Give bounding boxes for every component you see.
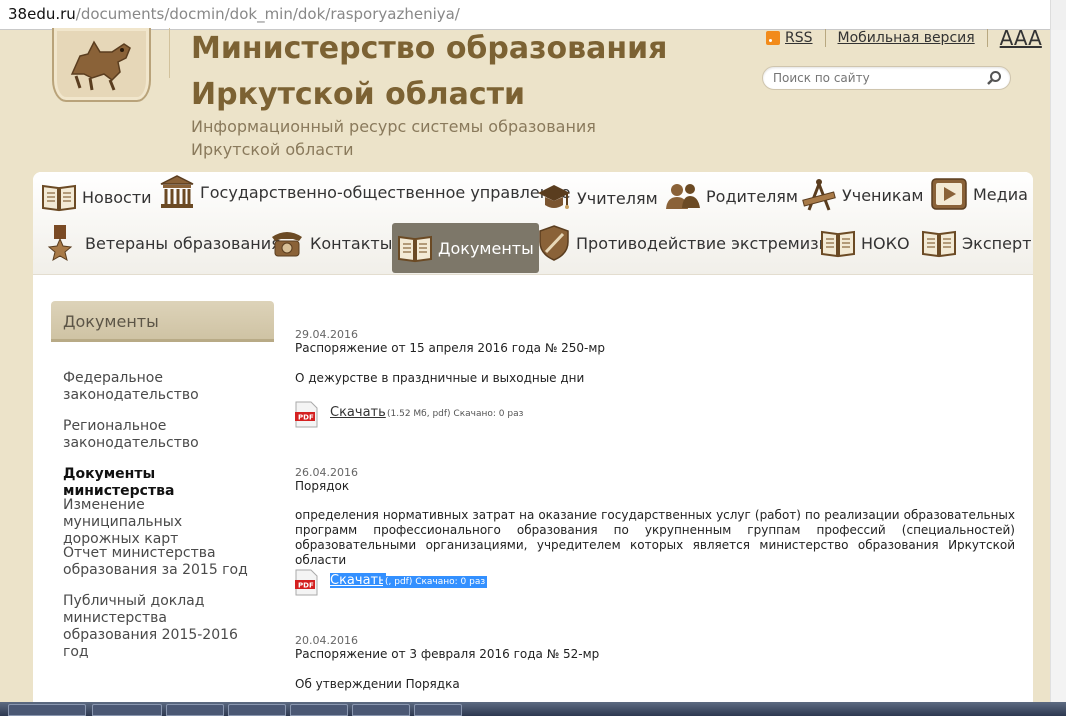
- header-divider: [169, 28, 170, 78]
- nav-item-contacts[interactable]: Контакты: [269, 223, 392, 263]
- vertical-scrollbar[interactable]: [1050, 30, 1066, 704]
- taskbar-button[interactable]: [414, 704, 462, 716]
- taskbar-button[interactable]: [228, 704, 286, 716]
- document-title: Порядок: [295, 479, 350, 493]
- document-description: определения нормативных затрат на оказан…: [295, 508, 1015, 567]
- site-subtitle: Информационный ресурс системы образовани…: [191, 117, 596, 159]
- sidebar-heading: Документы: [51, 301, 274, 342]
- nav-item-documents[interactable]: Документы: [392, 223, 539, 273]
- divider: [986, 29, 988, 47]
- open-book-icon: [821, 230, 855, 258]
- rss-link[interactable]: RSS: [785, 30, 813, 46]
- open-book-icon: [42, 184, 76, 212]
- rss-icon[interactable]: [766, 31, 780, 45]
- babr-icon: [70, 40, 131, 91]
- open-book-icon: [922, 230, 956, 258]
- pdf-icon: PDF: [295, 569, 318, 596]
- sidebar-item-federal[interactable]: Федеральное законодательство: [63, 370, 263, 404]
- nav-item-teachers[interactable]: Учителям: [536, 178, 658, 218]
- nav-item-media[interactable]: Медиа: [930, 174, 1028, 214]
- site-title: Министерство образования Иркутской облас…: [191, 31, 668, 112]
- building-columns-icon: [160, 175, 194, 208]
- taskbar-button[interactable]: [290, 704, 348, 716]
- sidebar-item-regional[interactable]: Региональное законодательство: [63, 418, 263, 452]
- nav-item-governance[interactable]: Государственно-общественное управление: [159, 172, 570, 212]
- document-description: О дежурстве в праздничные и выходные дни: [295, 371, 585, 385]
- main-nav: Новости Государственно-общественное упра…: [33, 172, 1033, 275]
- svg-text:PDF: PDF: [298, 414, 314, 422]
- font-size-link[interactable]: AAA: [1000, 26, 1042, 50]
- shield-icon: [539, 225, 569, 261]
- taskbar-button[interactable]: [166, 704, 224, 716]
- pdf-icon: PDF: [295, 401, 318, 428]
- mobile-version-link[interactable]: Мобильная версия: [838, 30, 975, 46]
- top-links: RSS Мобильная версия AAA: [766, 26, 1042, 50]
- sidebar-item-ministry-docs[interactable]: Документы министерства: [63, 466, 263, 500]
- play-icon: [931, 178, 967, 210]
- nav-item-veterans[interactable]: Ветераны образования: [46, 223, 281, 263]
- taskbar-button[interactable]: [352, 704, 410, 716]
- download-link[interactable]: Скачать: [330, 405, 386, 420]
- address-bar-scroll: [1050, 0, 1066, 30]
- document-date: 26.04.2016: [295, 466, 358, 479]
- download-link[interactable]: Скачать: [330, 573, 386, 588]
- taskbar-button[interactable]: [92, 704, 162, 716]
- sidebar-item-public-report[interactable]: Публичный доклад министерства образовани…: [63, 593, 263, 661]
- phone-icon: [272, 232, 302, 257]
- svg-text:PDF: PDF: [298, 582, 314, 590]
- open-book-icon: [398, 235, 432, 263]
- download-meta: (1.52 Мб, pdf) Скачано: 0 раз: [387, 409, 524, 419]
- sidebar-item-roadmaps[interactable]: Изменение муниципальных дорожных карт: [63, 497, 263, 548]
- taskbar: [0, 702, 1066, 716]
- document-description: Об утверждении Порядка: [295, 677, 460, 691]
- medal-icon: [47, 225, 73, 262]
- search-icon[interactable]: [986, 70, 1002, 86]
- divider: [824, 29, 826, 47]
- document-title: Распоряжение от 3 февраля 2016 года № 52…: [295, 647, 600, 661]
- nav-item-anti-extremism[interactable]: Противодействие экстремизму: [537, 223, 840, 263]
- nav-item-noko[interactable]: НОКО: [820, 223, 910, 263]
- nav-item-news[interactable]: Новости: [41, 177, 152, 217]
- coat-of-arms-logo[interactable]: [52, 28, 151, 102]
- taskbar-chrome-button[interactable]: [8, 704, 86, 716]
- document-title: Распоряжение от 15 апреля 2016 года № 25…: [295, 341, 606, 355]
- site-search: [762, 66, 1011, 90]
- url-text[interactable]: 38edu.ru/documents/docmin/dok_min/dok/ra…: [8, 5, 460, 23]
- nav-item-expert[interactable]: Эксперт: [921, 223, 1031, 263]
- download-meta: (, pdf) Скачано: 0 раз: [383, 576, 488, 588]
- sidebar-item-report-2015[interactable]: Отчет министерства образования за 2015 г…: [63, 545, 263, 579]
- nav-item-parents[interactable]: Родителям: [665, 176, 798, 216]
- document-date: 20.04.2016: [295, 634, 358, 647]
- document-date: 29.04.2016: [295, 328, 358, 341]
- graduation-cap-icon: [538, 185, 570, 209]
- people-icon: [666, 184, 700, 209]
- nav-item-students[interactable]: Ученикам: [801, 175, 923, 215]
- compass-ruler-icon: [802, 179, 836, 211]
- search-input[interactable]: [773, 71, 973, 85]
